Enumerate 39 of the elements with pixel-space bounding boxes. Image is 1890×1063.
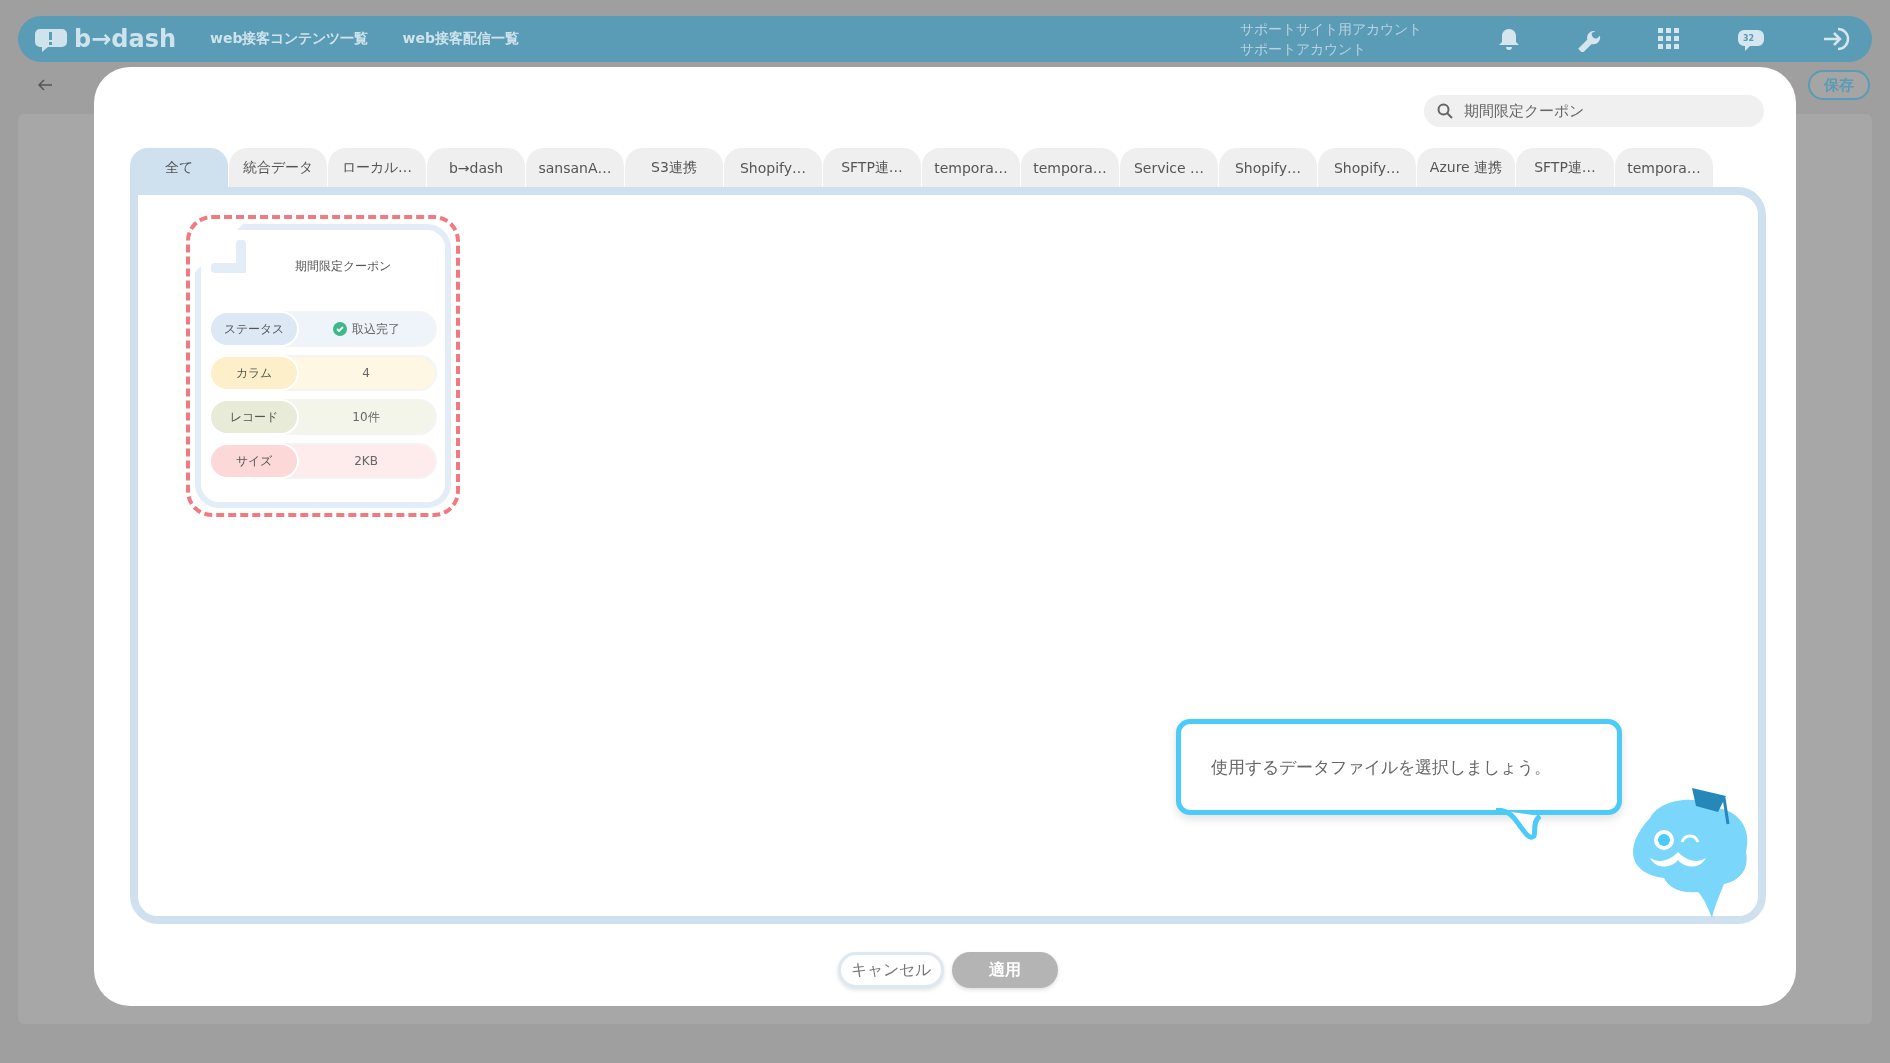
data-source-tab[interactable]: tempora… xyxy=(922,148,1020,187)
row-label: ステータス xyxy=(211,313,297,345)
row-value: 4 xyxy=(362,366,370,380)
bell-icon[interactable] xyxy=(1498,27,1520,51)
data-source-tab[interactable]: S3連携 xyxy=(625,148,723,187)
row-value: 10件 xyxy=(352,408,380,426)
badge-count: 32 xyxy=(1743,34,1755,43)
data-source-tab[interactable]: 全て xyxy=(130,148,228,187)
data-source-tab[interactable]: Azure 連携 xyxy=(1417,148,1515,187)
row-value: 取込完了 xyxy=(351,320,400,338)
data-source-tab[interactable]: SFTP連… xyxy=(1516,148,1614,187)
data-source-tab[interactable]: sansanA… xyxy=(526,148,624,187)
data-source-tab[interactable]: SFTP連… xyxy=(823,148,921,187)
search-icon xyxy=(1437,103,1453,119)
cancel-button[interactable]: キャンセル xyxy=(838,952,944,988)
data-source-tab[interactable]: Shopify… xyxy=(1318,148,1416,187)
data-source-tab[interactable]: Shopify… xyxy=(1219,148,1317,187)
row-label: サイズ xyxy=(211,445,297,477)
hint-text: 使用するデータファイルを選択しましょう。 xyxy=(1211,755,1551,779)
data-source-tab[interactable]: tempora… xyxy=(1615,148,1713,187)
account-name: サポートアカウント xyxy=(1240,40,1367,59)
logo-text: b→dash xyxy=(74,25,177,53)
account-name: サポートサイト用アカウント xyxy=(1240,20,1422,39)
data-source-tab[interactable]: b→dash xyxy=(427,148,525,187)
row-label: カラム xyxy=(211,357,297,389)
row-label: レコード xyxy=(211,401,297,433)
data-source-tab[interactable]: Shopify… xyxy=(724,148,822,187)
data-source-tab[interactable]: tempora… xyxy=(1021,148,1119,187)
back-arrow-icon[interactable] xyxy=(38,79,52,91)
logout-icon[interactable] xyxy=(1822,26,1852,52)
row-value: 2KB xyxy=(354,454,378,468)
data-source-tab[interactable]: 統合データ xyxy=(229,148,327,187)
data-source-tab[interactable]: Service … xyxy=(1120,148,1218,187)
check-circle-icon xyxy=(332,322,347,336)
grid-icon[interactable] xyxy=(1658,28,1680,50)
data-source-tab[interactable]: ローカル… xyxy=(328,148,426,187)
file-title: 期間限定クーポン xyxy=(294,258,392,275)
selection-outline[interactable]: 期間限定クーポン ステータス 取込完了 カラム 4 レコード 10件 サイズ 2KB xyxy=(186,215,460,517)
search-field[interactable]: 期間限定クーポン xyxy=(1424,95,1764,127)
